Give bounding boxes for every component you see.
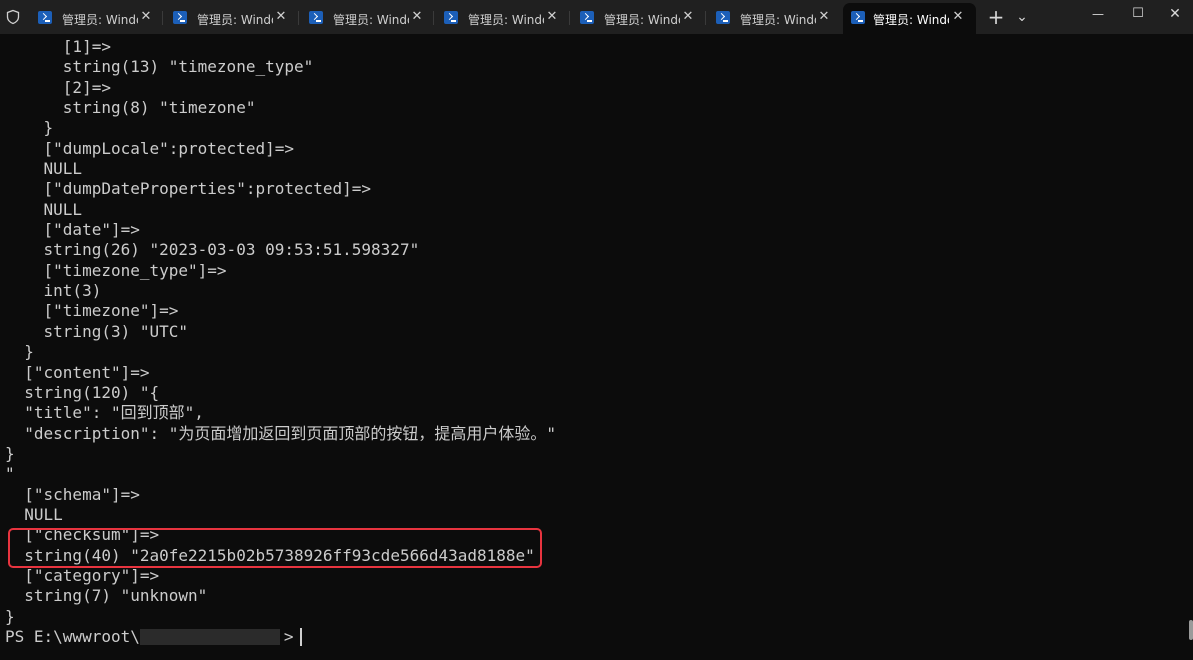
tab-1[interactable]: 管理员: Windows PowerShell ✕	[38, 3, 158, 34]
tab-separator	[705, 11, 706, 25]
tab-close-button[interactable]: ✕	[138, 9, 154, 25]
shield-icon[interactable]	[5, 9, 21, 25]
minimize-button[interactable]: —	[1086, 4, 1110, 24]
output-line: ["date"]=>	[5, 220, 140, 240]
output-line: string(120) "{	[5, 382, 160, 402]
powershell-icon	[38, 11, 52, 24]
output-line: int(3)	[5, 281, 102, 301]
title-bar: 管理员: Windows PowerShell ✕ 管理员: Windows P…	[0, 0, 1193, 34]
powershell-icon	[580, 11, 594, 24]
tab-5[interactable]: 管理员: Windows PowerShell ✕	[580, 3, 700, 34]
prompt-prefix: PS E:\wwwroot\	[5, 626, 140, 646]
tab-7-active[interactable]: 管理员: Windows PowerShell ✕	[843, 3, 976, 34]
output-line: string(3) "UTC"	[5, 321, 189, 341]
output-line: [1]=>	[5, 37, 111, 56]
output-line: }	[5, 118, 54, 138]
output-line: string(7) "unknown"	[5, 586, 208, 606]
output-line: [2]=>	[5, 77, 111, 97]
output-line: NULL	[5, 199, 83, 219]
output-line: "	[5, 464, 15, 484]
output-line: ["category"]=>	[5, 565, 160, 585]
output-line: ["dumpDateProperties":protected]=>	[5, 179, 372, 199]
maximize-button[interactable]: ☐	[1126, 4, 1150, 24]
tab-separator	[298, 11, 299, 25]
tab-close-button[interactable]: ✕	[409, 9, 425, 25]
output-line: "title": "回到顶部",	[5, 403, 204, 423]
redacted-path	[139, 629, 280, 646]
tab-label: 管理员: Windows PowerShell	[197, 13, 273, 27]
tab-separator	[569, 11, 570, 25]
tab-6[interactable]: 管理员: Windows PowerShell ✕	[716, 3, 836, 34]
output-line: }	[5, 342, 34, 362]
prompt-line[interactable]: PS E:\wwwroot\ >	[5, 627, 1185, 647]
checksum-highlight-box	[8, 528, 542, 568]
output-line: ["schema"]=>	[5, 484, 140, 504]
output-line: ["content"]=>	[5, 362, 150, 382]
output-line: NULL	[5, 159, 83, 179]
tab-label: 管理员: Windows PowerShell	[604, 13, 680, 27]
output-line: }	[5, 606, 15, 626]
tab-separator	[433, 11, 434, 25]
new-tab-button[interactable]: +	[986, 6, 1006, 28]
powershell-icon	[444, 11, 458, 24]
tab-dropdown-button[interactable]: ⌄	[1013, 8, 1031, 26]
output-line: string(13) "timezone_type"	[5, 57, 314, 77]
output-line: ["timezone_type"]=>	[5, 260, 227, 280]
output-line: "description": "为页面增加返回到页面顶部的按钮，提高用户体验。"	[5, 423, 557, 443]
output-line: NULL	[5, 504, 63, 524]
tab-label: 管理员: Windows PowerShell	[333, 13, 409, 27]
output-line: ["timezone"]=>	[5, 301, 179, 321]
output-line: ["dumpLocale":protected]=>	[5, 138, 294, 158]
tab-close-button[interactable]: ✕	[680, 9, 696, 25]
tab-label: 管理员: Windows PowerShell	[468, 13, 544, 27]
text-cursor	[299, 628, 302, 647]
tab-close-button[interactable]: ✕	[950, 9, 966, 25]
output-line: string(26) "2023-03-03 09:53:51.598327"	[5, 240, 420, 260]
close-button[interactable]: ✕	[1163, 4, 1187, 24]
tab-close-button[interactable]: ✕	[273, 9, 289, 25]
tab-close-button[interactable]: ✕	[816, 9, 832, 25]
tab-2[interactable]: 管理员: Windows PowerShell ✕	[173, 3, 293, 34]
powershell-icon	[173, 11, 187, 24]
tab-close-button[interactable]: ✕	[544, 9, 560, 25]
tab-separator	[162, 11, 163, 25]
output-line: }	[5, 443, 15, 463]
tab-label: 管理员: Windows PowerShell	[62, 13, 138, 27]
output-line: string(8) "timezone"	[5, 98, 256, 118]
prompt-suffix: >	[283, 626, 294, 646]
tab-3[interactable]: 管理员: Windows PowerShell ✕	[309, 3, 429, 34]
tab-4[interactable]: 管理员: Windows PowerShell ✕	[444, 3, 564, 34]
powershell-icon	[851, 11, 865, 24]
tab-label: 管理员: Windows PowerShell	[873, 13, 949, 27]
tab-label: 管理员: Windows PowerShell	[740, 13, 816, 27]
scrollbar-thumb[interactable]	[1189, 620, 1193, 640]
powershell-icon	[309, 11, 323, 24]
powershell-icon	[716, 11, 730, 24]
